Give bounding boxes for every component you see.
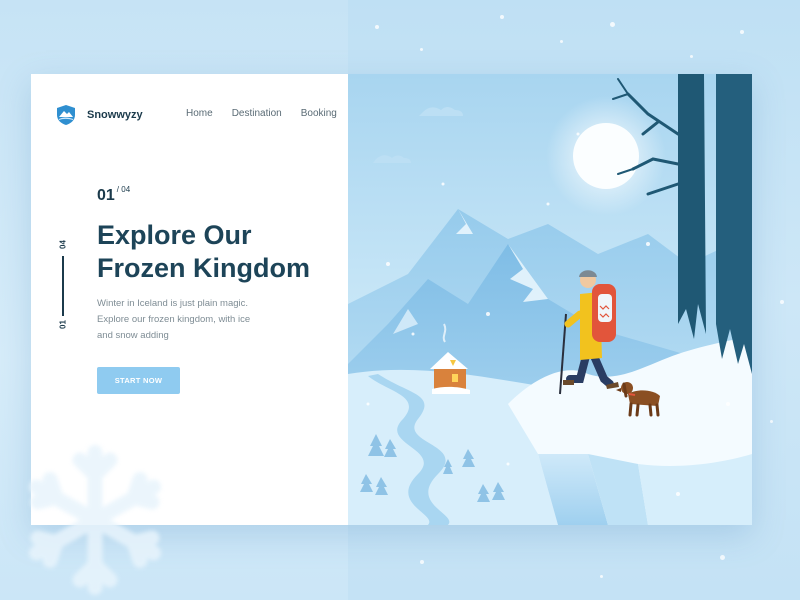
main-nav: Home Destination Booking xyxy=(186,108,337,119)
snowflake-icon xyxy=(29,445,161,595)
slide-counter: 01/ 04 xyxy=(97,185,131,205)
nav-booking-link[interactable]: Booking xyxy=(301,108,337,119)
progress-start-label: 01 xyxy=(58,320,68,329)
slide-counter-total: / 04 xyxy=(116,185,131,194)
brand-logo[interactable]: Snowwyzy xyxy=(55,104,143,126)
slide-counter-current: 01 xyxy=(97,187,115,204)
mountain-shield-logo-icon xyxy=(57,105,75,125)
slide-progress-indicator[interactable]: 04 01 xyxy=(53,234,73,334)
start-now-button[interactable]: START NOW xyxy=(97,367,180,394)
hero-description: Winter in Iceland is just plain magic. E… xyxy=(97,298,251,341)
nav-home-link[interactable]: Home xyxy=(186,108,213,119)
winter-landscape-illustration xyxy=(348,74,752,525)
nav-destination-link[interactable]: Destination xyxy=(232,108,282,119)
progress-end-label: 04 xyxy=(58,240,68,249)
hero-title: Explore Our Frozen Kingdom xyxy=(97,220,310,283)
progress-track xyxy=(62,256,64,316)
brand-name: Snowwyzy xyxy=(87,109,143,121)
